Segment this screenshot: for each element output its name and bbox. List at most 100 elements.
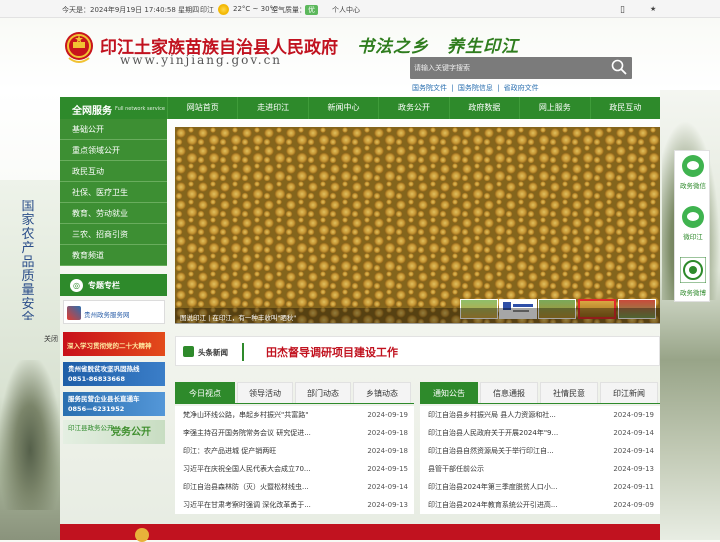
weibo-gov-button[interactable]: 政务微博 xyxy=(675,257,711,297)
list-item[interactable]: 习近平在庆祝全国人民代表大会成立70... 2024-09-15 xyxy=(175,460,414,478)
tab-info-bulletin[interactable]: 信息通报 xyxy=(480,382,538,403)
headline-label: 头条新闻 xyxy=(198,348,228,357)
news-list-left: 梵净山环线公路，串起乡村振兴"共富路" 2024-09-19 李强主持召开国务院常… xyxy=(175,406,414,514)
list-item[interactable]: 印江自治县人民政府关于开展2024年"9... 2024-09-14 xyxy=(420,424,660,442)
nav-online-service[interactable]: 网上服务 xyxy=(519,97,589,119)
side-item-agriculture[interactable]: 三农、招商引资 xyxy=(60,224,167,245)
carousel-image[interactable] xyxy=(175,127,660,323)
list-item[interactable]: 印江：农产品进城 促产销两旺 2024-09-18 xyxy=(175,442,414,460)
list-item[interactable]: 印江自治县乡村振兴局 县人力资源和社... 2024-09-19 xyxy=(420,406,660,424)
link-state-council-docs[interactable]: 国务院文件 xyxy=(412,84,447,92)
full-service-header: 全网服务 Full network service xyxy=(60,97,167,119)
list-item-title: 印江自治县自然资源局关于举行印江自... xyxy=(428,447,554,455)
national-emblem-icon xyxy=(65,32,93,63)
headline-title[interactable]: 田杰督导调研项目建设工作 xyxy=(266,344,398,360)
side-item-interaction[interactable]: 政民互动 xyxy=(60,161,167,182)
list-item[interactable]: 印江自治县2024年第三季度脱贫人口小... 2024-09-11 xyxy=(420,478,660,496)
tab-notices[interactable]: 通知公告 xyxy=(420,382,478,403)
list-item-date: 2024-09-13 xyxy=(613,465,654,473)
list-item-title: 习近平在庆祝全国人民代表大会成立70... xyxy=(183,465,311,473)
tab-department-news[interactable]: 部门动态 xyxy=(295,382,351,403)
user-center-link[interactable]: 个人中心 xyxy=(332,5,360,15)
banner-text: 深入学习贯彻党的二十大精神 xyxy=(67,342,152,350)
list-item[interactable]: 习近平在甘肃考察时强调 深化改革勇于... 2024-09-13 xyxy=(175,496,414,514)
floating-social-panel: 政务微信 微印江 政务微博 xyxy=(674,150,710,302)
list-item-date: 2024-09-18 xyxy=(367,447,408,455)
star-icon[interactable]: ★ xyxy=(650,5,656,13)
side-item-key-areas[interactable]: 重点领域公开 xyxy=(60,140,167,161)
side-item-education-jobs[interactable]: 教育、劳动就业 xyxy=(60,203,167,224)
grid-icon[interactable]: ▯ xyxy=(620,5,625,15)
link-state-council-info[interactable]: 国务院信息 xyxy=(458,84,493,92)
sun-icon xyxy=(218,4,229,15)
side-menu: 基础公开 重点领域公开 政民互动 社保、医疗卫生 教育、劳动就业 三农、招商引资… xyxy=(60,119,167,266)
list-item-title: 习近平在甘肃考察时强调 深化改革勇于... xyxy=(183,501,311,509)
carousel-caption[interactable]: 图说印江 | 在印江，有一种丰收叫"晒秋" xyxy=(175,308,660,324)
list-item-date: 2024-09-14 xyxy=(613,447,654,455)
tab-leader-activity[interactable]: 领导活动 xyxy=(237,382,293,403)
weather-location: 印江 xyxy=(200,6,214,14)
list-item-title: 印江自治县人民政府关于开展2024年"9... xyxy=(428,429,559,437)
headline-bar: 头条新闻 田杰督导调研项目建设工作 xyxy=(175,336,660,366)
wechat-gov-button[interactable]: 政务微信 xyxy=(675,155,711,190)
main-nav: 网站首页 走进印江 新闻中心 政务公开 政府数据 网上服务 政民互动 xyxy=(167,97,660,119)
list-item-date: 2024-09-19 xyxy=(367,411,408,419)
list-item[interactable]: 李强主持召开国务院常务会议 研究促进... 2024-09-18 xyxy=(175,424,414,442)
link-separator: | xyxy=(451,84,454,92)
nav-gov-data[interactable]: 政府数据 xyxy=(448,97,519,119)
list-item-title: 印江自治县乡村振兴局 县人力资源和社... xyxy=(428,411,556,419)
banner-phone: 0856—6231952 xyxy=(68,405,125,413)
air-quality-label: 空气质量： xyxy=(271,6,306,14)
list-item[interactable]: 梵净山环线公路，串起乡村振兴"共富路" 2024-09-19 xyxy=(175,406,414,424)
list-item-title: 印江自治县2024年教育系统公开引进高... xyxy=(428,501,558,509)
nav-interaction[interactable]: 政民互动 xyxy=(589,97,660,119)
news-list-right: 印江自治县乡村振兴局 县人力资源和社... 2024-09-19 印江自治县人民政… xyxy=(420,406,660,514)
list-item[interactable]: 印江自治县森林防（灭）火暨松材线虫... 2024-09-14 xyxy=(175,478,414,496)
banner-phone: 0851-86833668 xyxy=(68,375,125,383)
tab-public-opinion[interactable]: 社情民意 xyxy=(540,382,598,403)
full-service-title: 全网服务 xyxy=(72,106,112,117)
tab-yinjiang-news[interactable]: 印江新闻 xyxy=(600,382,658,403)
background-mountain-left xyxy=(0,360,60,510)
banner-private-enterprise-hotline[interactable]: 服务民营企业县长直通车 0856—6231952 xyxy=(63,392,165,416)
special-topics-header: ◎ 专题专栏 xyxy=(60,274,167,296)
full-service-subtitle: Full network service xyxy=(115,106,165,112)
nav-about[interactable]: 走进印江 xyxy=(237,97,307,119)
search-box xyxy=(410,57,632,79)
wei-yinjiang-button[interactable]: 微印江 xyxy=(675,206,711,241)
air-quality-badge: 优 xyxy=(305,5,318,15)
list-item-date: 2024-09-11 xyxy=(613,483,654,491)
list-item-date: 2024-09-19 xyxy=(613,411,654,419)
list-item[interactable]: 印江自治县2024年教育系统公开引进高... 2024-09-09 xyxy=(420,496,660,514)
list-item-title: 印江自治县2024年第三季度脱贫人口小... xyxy=(428,483,558,491)
list-item-date: 2024-09-13 xyxy=(367,501,408,509)
date-text: 今天是：2024年9月19日 17:40:58 星期四 xyxy=(62,6,200,14)
close-ad-button[interactable]: 关闭 xyxy=(44,334,58,344)
banner-text: 服务民营企业县长直通车 xyxy=(68,395,140,403)
side-item-social-security[interactable]: 社保、医疗卫生 xyxy=(60,182,167,203)
list-item[interactable]: 县管干部任前公示 2024-09-13 xyxy=(420,460,660,478)
floating-ad-strip[interactable]: 国家农产品质量安全县 xyxy=(18,200,38,320)
banner-study-20th-congress[interactable]: 深入学习贯彻党的二十大精神 xyxy=(63,332,165,356)
banner-county-openness[interactable]: 印江县政务公开 党务公开 xyxy=(63,420,165,444)
side-item-education-channel[interactable]: 教育频道 xyxy=(60,245,167,266)
banner-poverty-hotline[interactable]: 贵州省脱贫攻坚巩固热线 0851-86833668 xyxy=(63,362,165,386)
service-logo-icon xyxy=(67,306,81,320)
search-button[interactable] xyxy=(608,58,630,78)
side-item-basic[interactable]: 基础公开 xyxy=(60,119,167,140)
nav-gov-affairs[interactable]: 政务公开 xyxy=(378,97,448,119)
news-tabs-right: 通知公告 信息通报 社情民意 印江新闻 xyxy=(420,382,660,404)
link-province-docs[interactable]: 省政府文件 xyxy=(504,84,539,92)
tab-township-news[interactable]: 乡镇动态 xyxy=(353,382,411,403)
banner-gov-service-network[interactable]: 贵州政务服务网 xyxy=(63,300,165,324)
banner-text: 贵州省脱贫攻坚巩固热线 xyxy=(68,365,140,373)
tab-today-view[interactable]: 今日视点 xyxy=(175,382,235,403)
link-separator: | xyxy=(497,84,500,92)
target-icon: ◎ xyxy=(70,279,83,292)
list-item[interactable]: 印江自治县自然资源局关于举行印江自... 2024-09-14 xyxy=(420,442,660,460)
list-item-title: 李强主持召开国务院常务会议 研究促进... xyxy=(183,429,311,437)
nav-news[interactable]: 新闻中心 xyxy=(307,97,378,119)
search-input[interactable] xyxy=(414,60,604,76)
nav-home[interactable]: 网站首页 xyxy=(167,97,237,119)
banner-big-text: 党务公开 xyxy=(111,427,151,438)
